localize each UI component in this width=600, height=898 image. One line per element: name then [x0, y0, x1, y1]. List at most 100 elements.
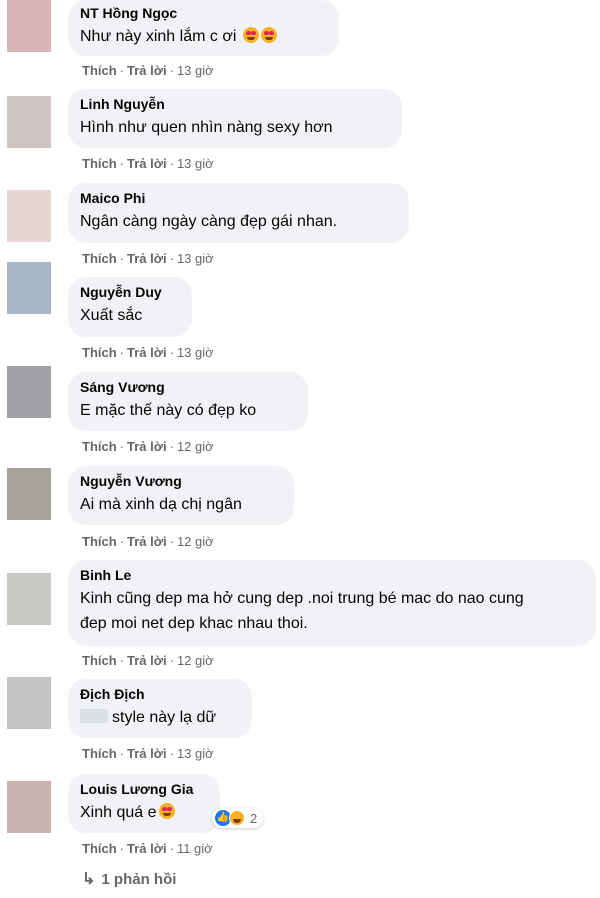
comment-author[interactable]: Maico Phi — [80, 190, 396, 207]
comment-actions: Thích · Trả lời · 13 giờ — [82, 345, 214, 360]
comment-text: style này lạ dữ — [80, 705, 239, 730]
reply-button[interactable]: Trả lời — [127, 841, 167, 856]
comment-text: E mặc thế này có đẹp ko — [80, 402, 257, 419]
comment-bubble: NT Hồng Ngọc Như này xinh lắm c ơi — [68, 0, 339, 56]
separator: · — [119, 63, 125, 78]
comment-bubble: Sáng Vương E mặc thế này có đẹp ko — [68, 372, 308, 431]
comment-text-content: style này lạ dữ — [112, 709, 217, 726]
comment-actions: Thích · Trả lời · 13 giờ — [82, 63, 214, 78]
separator: · — [119, 653, 125, 668]
reply-button[interactable]: Trả lời — [127, 534, 167, 549]
comment-text-content: Xinh quá e — [80, 804, 157, 821]
separator: · — [169, 841, 174, 856]
comment-text: Hình như quen nhìn nàng sexy hơn — [80, 119, 333, 136]
redacted-text — [80, 709, 108, 723]
separator: · — [119, 746, 125, 761]
like-button[interactable]: Thích — [82, 63, 117, 78]
avatar[interactable] — [7, 677, 51, 729]
comment-bubble: Louis Lương Gia Xinh quá e — [68, 774, 220, 833]
comment-bubble: Nguyễn Duy Xuất sắc — [68, 277, 192, 337]
separator: · — [119, 439, 125, 454]
comment-author[interactable]: Binh Le — [80, 567, 583, 584]
like-button[interactable]: Thích — [82, 534, 117, 549]
comment-actions: Thích · Trả lời · 13 giờ — [82, 746, 214, 761]
separator: · — [169, 345, 174, 360]
comment-text: Ai mà xinh dạ chị ngân — [80, 496, 242, 513]
separator: · — [169, 653, 174, 668]
avatar[interactable] — [7, 96, 51, 148]
view-replies-label: 1 phản hồi — [101, 871, 177, 888]
heart-eyes-emoji-icon — [260, 27, 277, 43]
comment-actions: Thích · Trả lời · 13 giờ — [82, 251, 214, 266]
comment-author[interactable]: Địch Địch — [80, 686, 239, 703]
avatar[interactable] — [7, 190, 51, 242]
comment-timestamp[interactable]: 13 giờ — [177, 251, 214, 266]
reply-button[interactable]: Trả lời — [127, 63, 167, 78]
separator: · — [169, 439, 174, 454]
comment-bubble: Binh Le Kinh cũng dep ma hở cung dep .no… — [68, 560, 596, 646]
avatar[interactable] — [7, 781, 51, 833]
comment-timestamp[interactable]: 13 giờ — [177, 746, 214, 761]
reply-arrow-icon: ↳ — [82, 871, 96, 888]
comment-text: Xinh quá e — [80, 800, 207, 825]
comment-author[interactable]: Nguyễn Duy — [80, 284, 179, 301]
comment-actions: Thích · Trả lời · 12 giờ — [82, 653, 214, 668]
comment-timestamp[interactable]: 12 giờ — [177, 439, 214, 454]
comment-bubble: Maico Phi Ngân càng ngày càng đẹp gái nh… — [68, 183, 409, 243]
like-button[interactable]: Thích — [82, 439, 117, 454]
comment-actions: Thích · Trả lời · 13 giờ — [82, 156, 214, 171]
separator: · — [169, 156, 174, 171]
comment-author[interactable]: Louis Lương Gia — [80, 781, 207, 798]
comment-actions: Thích · Trả lời · 11 giờ — [82, 841, 213, 856]
comment-author[interactable]: Sáng Vương — [80, 379, 295, 396]
comment-text-content: Như này xinh lắm c ơi — [80, 28, 237, 45]
comment-bubble: Nguyễn Vương Ai mà xinh dạ chị ngân — [68, 466, 294, 525]
comment-text: Ngân càng ngày càng đẹp gái nhan. — [80, 213, 338, 230]
comment-author[interactable]: NT Hồng Ngọc — [80, 5, 326, 22]
comment-timestamp[interactable]: 12 giờ — [177, 534, 214, 549]
comment-timestamp[interactable]: 11 giờ — [177, 841, 213, 856]
kiss-emoji-icon — [158, 803, 175, 819]
like-button[interactable]: Thích — [82, 251, 117, 266]
avatar[interactable] — [7, 262, 51, 314]
comment-bubble: Địch Địch style này lạ dữ — [68, 679, 252, 738]
reply-button[interactable]: Trả lời — [127, 345, 167, 360]
comment-timestamp[interactable]: 13 giờ — [177, 345, 214, 360]
comment-text: Như này xinh lắm c ơi — [80, 24, 326, 49]
separator: · — [169, 534, 174, 549]
haha-icon — [229, 810, 245, 826]
view-replies-link[interactable]: ↳ 1 phản hồi — [82, 869, 176, 889]
comment-timestamp[interactable]: 13 giờ — [177, 63, 214, 78]
reply-button[interactable]: Trả lời — [127, 439, 167, 454]
comment-actions: Thích · Trả lời · 12 giờ — [82, 534, 214, 549]
comment-text: Kinh cũng dep ma hở cung dep .noi trung … — [80, 590, 524, 632]
like-button[interactable]: Thích — [82, 156, 117, 171]
heart-eyes-emoji-icon — [242, 27, 259, 43]
reply-button[interactable]: Trả lời — [127, 653, 167, 668]
reply-button[interactable]: Trả lời — [127, 746, 167, 761]
reactions-summary[interactable]: 👍 2 — [212, 808, 264, 828]
separator: · — [169, 746, 174, 761]
avatar[interactable] — [7, 573, 51, 625]
reaction-count: 2 — [250, 810, 258, 826]
reply-button[interactable]: Trả lời — [127, 156, 167, 171]
separator: · — [169, 63, 174, 78]
like-button[interactable]: Thích — [82, 841, 117, 856]
comment-author[interactable]: Linh Nguyễn — [80, 96, 389, 113]
reply-button[interactable]: Trả lời — [127, 251, 167, 266]
comment-bubble: Linh Nguyễn Hình như quen nhìn nàng sexy… — [68, 89, 402, 148]
separator: · — [169, 251, 174, 266]
comment-timestamp[interactable]: 13 giờ — [177, 156, 214, 171]
comment-actions: Thích · Trả lời · 12 giờ — [82, 439, 214, 454]
avatar[interactable] — [7, 366, 51, 418]
comment-timestamp[interactable]: 12 giờ — [177, 653, 214, 668]
separator: · — [119, 841, 125, 856]
avatar[interactable] — [7, 0, 51, 52]
separator: · — [119, 345, 125, 360]
like-button[interactable]: Thích — [82, 345, 117, 360]
comment-author[interactable]: Nguyễn Vương — [80, 473, 281, 490]
avatar[interactable] — [7, 468, 51, 520]
like-button[interactable]: Thích — [82, 746, 117, 761]
separator: · — [119, 251, 125, 266]
like-button[interactable]: Thích — [82, 653, 117, 668]
